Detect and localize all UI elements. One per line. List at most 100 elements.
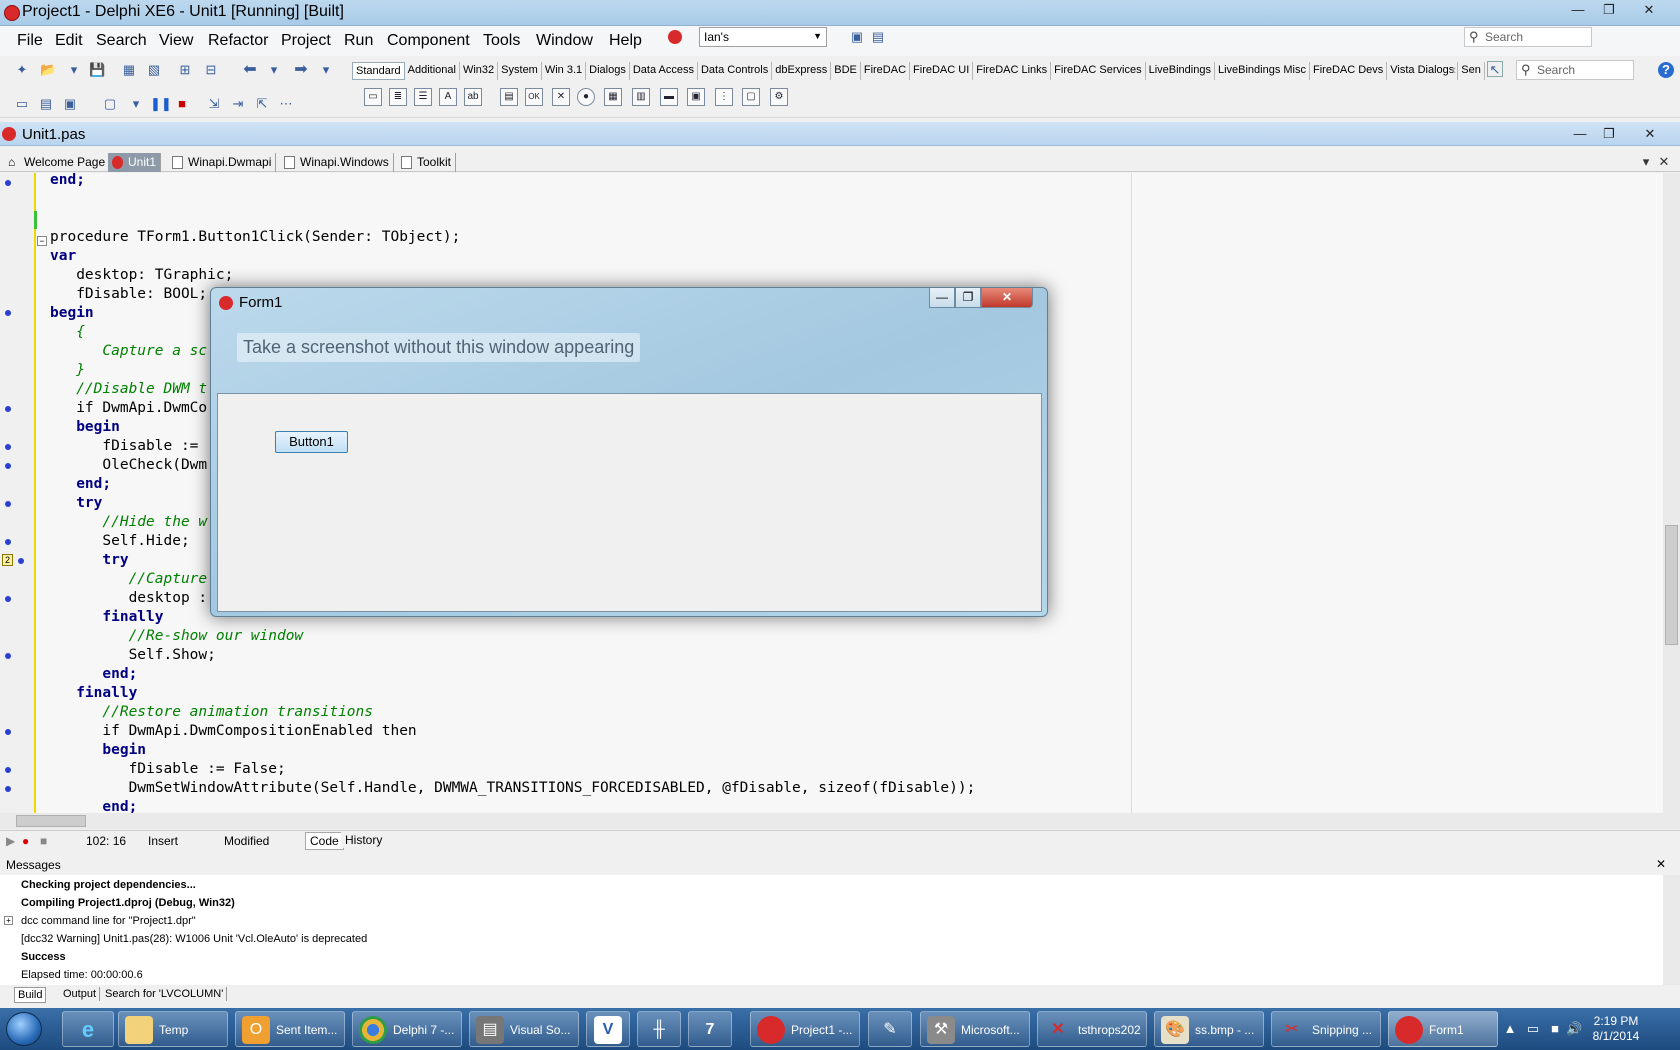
open-icon[interactable]: 📂: [40, 62, 56, 78]
stop-icon[interactable]: ■: [40, 834, 47, 848]
checkbox-component-icon[interactable]: ✕: [552, 88, 570, 106]
palette-search-input[interactable]: ⚲ Search: [1516, 60, 1634, 80]
save-all-icon[interactable]: ▦: [121, 62, 137, 78]
menu-refactor[interactable]: Refactor: [208, 32, 268, 50]
menu-search[interactable]: Search: [96, 32, 147, 50]
tab-unit1[interactable]: Unit1: [108, 153, 162, 172]
breakpoint-dot[interactable]: [5, 539, 11, 545]
taskbar-internet-explorer[interactable]: e: [62, 1011, 114, 1047]
messages-tab-build[interactable]: Build: [14, 987, 47, 1003]
message-line[interactable]: Elapsed time: 00:00:00.6: [21, 969, 143, 981]
palette-tab-system[interactable]: System: [498, 62, 542, 80]
messages-scrollbar[interactable]: [1663, 875, 1680, 985]
editor-gutter[interactable]: 2: [0, 173, 36, 813]
toggle-form-unit-icon[interactable]: ▭: [14, 96, 30, 112]
palette-tab-win32[interactable]: Win32: [460, 62, 499, 80]
palette-tab-firedac-devs[interactable]: FireDAC Devs: [1310, 62, 1388, 80]
taskbar-outlook[interactable]: O Sent Item...: [235, 1011, 345, 1047]
editor-vertical-scrollbar[interactable]: [1663, 173, 1680, 813]
tab-welcome-page[interactable]: ⌂ Welcome Page: [4, 153, 111, 172]
palette-tab-additional[interactable]: Additional: [405, 62, 460, 80]
desktop-layout-combo[interactable]: Ian's ▼: [699, 27, 827, 47]
fold-collapse-icon[interactable]: −: [37, 236, 47, 246]
run-icon[interactable]: ▢: [102, 96, 118, 112]
maximize-button[interactable]: ❐: [1596, 1, 1622, 19]
save-icon[interactable]: 💾: [89, 62, 105, 78]
breakpoint-dot[interactable]: [5, 501, 11, 507]
taskbar-chrome[interactable]: Delphi 7 -...: [352, 1011, 462, 1047]
tray-expand-icon[interactable]: ▲: [1502, 1021, 1518, 1037]
run-to-cursor-icon[interactable]: ⇱: [254, 96, 270, 112]
taskbar-visual-sourcesafe[interactable]: ▤ Visual So...: [469, 1011, 579, 1047]
groupbox-component-icon[interactable]: ▣: [687, 88, 705, 106]
scrollbar-thumb[interactable]: [16, 815, 86, 827]
chevron-down-icon[interactable]: ▾: [266, 62, 282, 78]
breakpoint-dot[interactable]: [5, 463, 11, 469]
messages-tab-output[interactable]: Output: [60, 987, 101, 1001]
button1[interactable]: Button1: [275, 431, 348, 453]
chevron-down-icon[interactable]: ▾: [128, 96, 144, 112]
taskbar-app-tool[interactable]: ╫: [637, 1011, 681, 1047]
taskbar-temp[interactable]: Temp: [118, 1011, 228, 1047]
expand-icon[interactable]: +: [4, 916, 13, 925]
tab-winapi-dwmapi[interactable]: Winapi.Dwmapi: [168, 153, 277, 172]
volume-icon[interactable]: 🔊: [1566, 1021, 1582, 1037]
message-line[interactable]: Compiling Project1.dproj (Debug, Win32): [21, 897, 235, 909]
form1-close-button[interactable]: ✕: [981, 288, 1033, 308]
view-tab-history[interactable]: History: [341, 832, 387, 848]
combobox-component-icon[interactable]: ▥: [632, 88, 650, 106]
record-icon[interactable]: ●: [22, 834, 29, 848]
palette-tab-firedac-links[interactable]: FireDAC Links: [973, 62, 1052, 80]
taskbar-form1[interactable]: Form1: [1388, 1011, 1498, 1047]
breakpoint-dot[interactable]: [5, 767, 11, 773]
menu-file[interactable]: File: [17, 32, 43, 50]
breakpoint-dot[interactable]: [5, 786, 11, 792]
taskbar-project1[interactable]: Project1 -...: [750, 1011, 860, 1047]
editor-restore-button[interactable]: ❐: [1596, 125, 1622, 143]
menu-project[interactable]: Project: [281, 32, 331, 50]
palette-tab-data-access[interactable]: Data Access: [630, 62, 698, 80]
main-menu-component-icon[interactable]: ≣: [389, 88, 407, 106]
menu-view[interactable]: View: [159, 32, 193, 50]
save-desktop-icon[interactable]: ▣: [849, 29, 865, 45]
palette-scroll-left-icon[interactable]: ‹: [1446, 62, 1462, 78]
tab-list-chevron-icon[interactable]: ▾: [1638, 154, 1654, 170]
memo-component-icon[interactable]: ▤: [500, 88, 518, 106]
palette-tab-bde[interactable]: BDE: [831, 62, 861, 80]
message-line[interactable]: [dcc32 Warning] Unit1.pas(28): W1006 Uni…: [21, 933, 367, 945]
help-icon[interactable]: ?: [1658, 62, 1674, 78]
edit-component-icon[interactable]: ab: [464, 88, 482, 106]
messages-panel[interactable]: Checking project dependencies... Compili…: [0, 875, 1680, 985]
menu-window[interactable]: Window: [536, 32, 593, 50]
form1-window[interactable]: Form1 — ❐ ✕ Take a screenshot without th…: [210, 287, 1048, 617]
taskbar-7zip[interactable]: 7: [688, 1011, 732, 1047]
add-to-project-icon[interactable]: ⊞: [177, 62, 193, 78]
taskbar-paint[interactable]: 🎨 ss.bmp - ...: [1154, 1011, 1264, 1047]
open-project-icon[interactable]: ▧: [146, 62, 162, 78]
ide-search-input[interactable]: ⚲ Search: [1464, 27, 1592, 47]
clock[interactable]: 2:19 PM 8/1/2014: [1586, 1014, 1646, 1044]
popup-menu-component-icon[interactable]: ☰: [414, 88, 432, 106]
step-out-icon[interactable]: ⋯: [278, 96, 294, 112]
breakpoint-dot[interactable]: [5, 310, 11, 316]
view-form-icon[interactable]: ▣: [62, 96, 78, 112]
breakpoint-dot[interactable]: [5, 180, 11, 186]
set-debug-desktop-icon[interactable]: ▤: [870, 29, 886, 45]
display-icon[interactable]: ■: [1547, 1021, 1563, 1037]
palette-tab-livebindings[interactable]: LiveBindings: [1146, 62, 1215, 80]
editor-horizontal-scrollbar[interactable]: [0, 813, 1680, 829]
listbox-component-icon[interactable]: ▦: [604, 88, 622, 106]
taskbar-tsthrops202[interactable]: ✕ tsthrops202: [1037, 1011, 1147, 1047]
frame-component-icon[interactable]: ▭: [364, 88, 382, 106]
scrollbar-component-icon[interactable]: ▬: [660, 88, 678, 106]
button-component-icon[interactable]: OK: [525, 88, 543, 106]
chevron-down-icon[interactable]: ▾: [66, 62, 82, 78]
close-tab-icon[interactable]: ✕: [1656, 154, 1672, 170]
menu-tools[interactable]: Tools: [483, 32, 520, 50]
taskbar-snipping-tool[interactable]: ✂ Snipping ...: [1271, 1011, 1381, 1047]
breakpoint-dot[interactable]: [18, 558, 24, 564]
radiogroup-component-icon[interactable]: ⋮: [715, 88, 733, 106]
panel-component-icon[interactable]: ▢: [742, 88, 760, 106]
pause-icon[interactable]: ❚❚: [150, 96, 172, 112]
menu-edit[interactable]: Edit: [55, 32, 83, 50]
